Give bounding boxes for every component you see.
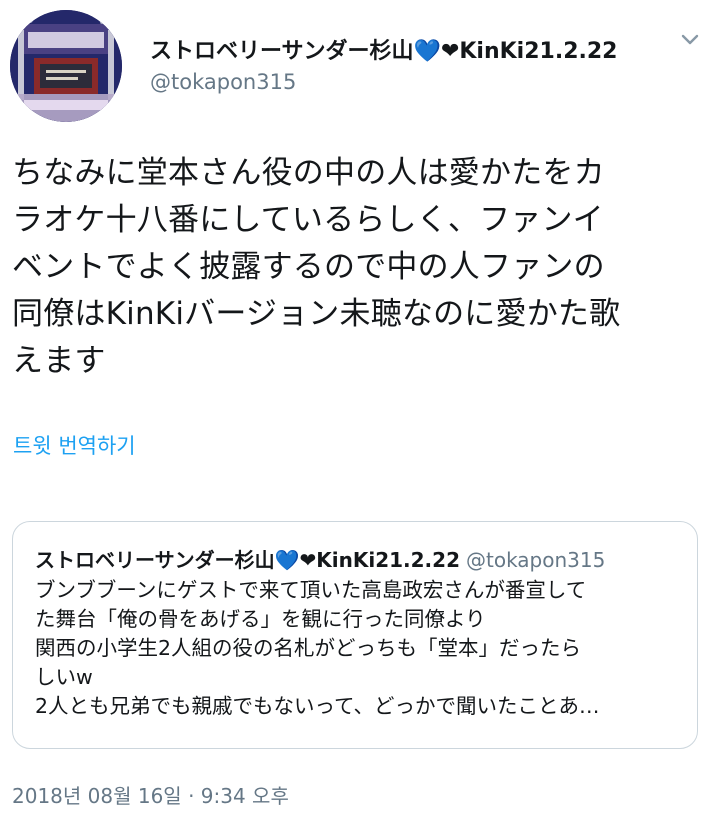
quoted-tweet-header: ストロベリーサンダー杉山💙❤KinKi21.2.22 @tokapon315 <box>35 544 605 573</box>
avatar-image <box>10 10 122 122</box>
quoted-author-display-name: ストロベリーサンダー杉山💙❤KinKi21.2.22 <box>35 548 460 572</box>
avatar[interactable] <box>10 10 122 122</box>
tweet-text: ちなみに堂本さん役の中の人は愛かたをカ ラオケ十八番にしているらしく、ファンイ … <box>12 155 621 379</box>
quoted-author-username: @tokapon315 <box>465 548 606 572</box>
tweet-timestamp[interactable]: 2018년 08월 16일 · 9:34 오후 <box>12 780 289 809</box>
author-username[interactable]: @tokapon315 <box>150 70 296 94</box>
translate-tweet-link[interactable]: 트윗 번역하기 <box>13 430 136 460</box>
chevron-down-icon[interactable] <box>676 26 704 54</box>
quoted-tweet-card[interactable]: ストロベリーサンダー杉山💙❤KinKi21.2.22 @tokapon315 ブン… <box>12 521 698 749</box>
author-display-name[interactable]: ストロベリーサンダー杉山💙❤KinKi21.2.22 <box>150 33 617 65</box>
quoted-tweet-text: ブンブブーンにゲストで来て頂いた高島政宏さんが番宣して た舞台「俺の骨をあげる」… <box>35 578 600 718</box>
